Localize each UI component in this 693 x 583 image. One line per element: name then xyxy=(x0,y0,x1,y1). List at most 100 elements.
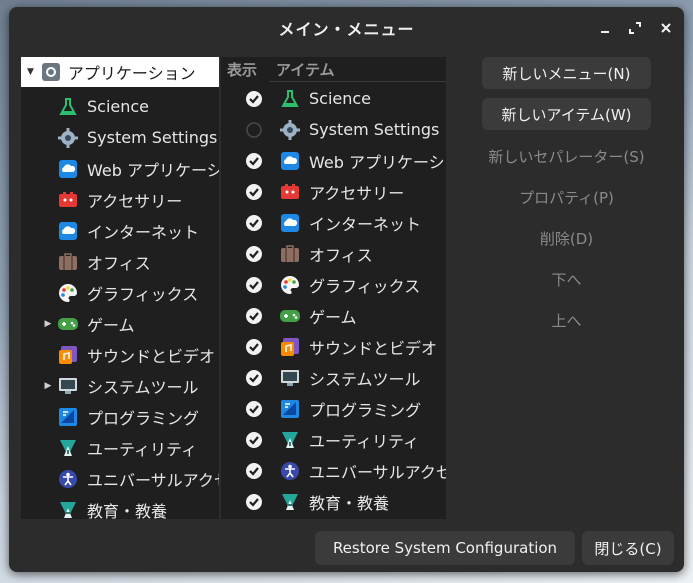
checked-checkbox[interactable] xyxy=(245,245,263,263)
gamepad-icon xyxy=(279,305,301,327)
palette-icon xyxy=(279,274,301,296)
checked-checkbox[interactable] xyxy=(245,338,263,356)
items-list[interactable]: 表示 アイテム Science System Settings Web アプリケーシ… xyxy=(221,57,446,519)
main-menu-window: メイン・メニュー ▼ アプリケーション Science System Settin… xyxy=(9,7,684,572)
tree-item[interactable]: インターネット xyxy=(21,215,219,246)
briefcase-icon xyxy=(279,243,301,265)
checked-checkbox[interactable] xyxy=(245,462,263,480)
item-row[interactable]: オフィス xyxy=(221,238,446,269)
utilities-icon xyxy=(57,437,79,459)
item-label: 教育・教養 xyxy=(309,493,390,513)
item-row[interactable]: システムツール xyxy=(221,362,446,393)
new-menu-button[interactable]: 新しいメニュー(N) xyxy=(482,57,651,89)
checked-checkbox[interactable] xyxy=(245,307,263,325)
item-row[interactable]: System Settings xyxy=(221,114,446,145)
tree-item[interactable]: サウンドとビデオ xyxy=(21,339,219,370)
cloud-icon xyxy=(57,220,79,242)
checked-checkbox[interactable] xyxy=(245,214,263,232)
tree-item[interactable]: ▶ システムツール xyxy=(21,370,219,401)
tree-item-label: グラフィックス xyxy=(87,284,199,304)
tree-root-label: アプリケーション xyxy=(67,64,196,83)
item-row[interactable]: プログラミング xyxy=(221,393,446,424)
properties-button[interactable]: プロパティ(P) xyxy=(472,181,661,213)
new-item-button[interactable]: 新しいアイテム(W) xyxy=(482,98,651,130)
tree-item[interactable]: オフィス xyxy=(21,246,219,277)
header-divider xyxy=(269,81,446,82)
tree-root-applications[interactable]: ▼ アプリケーション xyxy=(21,57,219,87)
item-row[interactable]: グラフィックス xyxy=(221,269,446,300)
checked-checkbox[interactable] xyxy=(245,276,263,294)
item-row[interactable]: 教育・教養 xyxy=(221,486,446,517)
cloud-icon xyxy=(279,212,301,234)
monitor-icon xyxy=(279,367,301,389)
accessories-icon xyxy=(57,189,79,211)
checked-checkbox[interactable] xyxy=(245,183,263,201)
applications-icon xyxy=(40,61,62,83)
tree-item[interactable]: ユーティリティ xyxy=(21,432,219,463)
close-button[interactable]: 閉じる(C) xyxy=(582,531,674,565)
maximize-icon[interactable] xyxy=(626,19,644,37)
tree-item-label: プログラミング xyxy=(87,408,200,428)
item-label: オフィス xyxy=(309,245,373,265)
column-header-item[interactable]: アイテム xyxy=(276,57,335,81)
programming-icon xyxy=(279,398,301,420)
tree-item-label: ゲーム xyxy=(87,315,135,335)
science-flask-icon xyxy=(57,96,79,118)
unchecked-checkbox[interactable] xyxy=(245,121,263,139)
move-down-button[interactable]: 下へ xyxy=(472,263,661,295)
item-row[interactable]: アクセサリー xyxy=(221,176,446,207)
tree-item-label: 教育・教養 xyxy=(87,501,168,520)
cloud-icon xyxy=(57,158,79,180)
item-row[interactable]: ゲーム xyxy=(221,300,446,331)
checked-checkbox[interactable] xyxy=(245,493,263,511)
close-icon[interactable] xyxy=(657,19,675,37)
tree-item[interactable]: Web アプリケーション xyxy=(21,153,219,184)
tree-item-label: ユーティリティ xyxy=(87,439,198,459)
item-row[interactable]: ユーティリティ xyxy=(221,424,446,455)
item-label: Science xyxy=(309,89,372,108)
item-row[interactable]: サウンドとビデオ xyxy=(221,331,446,362)
checked-checkbox[interactable] xyxy=(245,152,263,170)
item-row[interactable]: インターネット xyxy=(221,207,446,238)
item-row[interactable]: ユニバーサルアクセス xyxy=(221,455,446,486)
education-icon xyxy=(279,491,301,513)
menu-tree[interactable]: ▼ アプリケーション Science System Settings Web アプリ… xyxy=(21,57,219,519)
accessories-icon xyxy=(279,181,301,203)
tree-item[interactable]: アクセサリー xyxy=(21,184,219,215)
new-separator-button[interactable]: 新しいセパレーター(S) xyxy=(472,140,661,172)
item-label: アクセサリー xyxy=(309,183,405,203)
monitor-icon xyxy=(57,375,79,397)
column-header-show[interactable]: 表示 xyxy=(227,57,257,81)
tree-item-label: インターネット xyxy=(87,222,200,242)
expander-closed-icon[interactable]: ▶ xyxy=(43,381,53,391)
tree-item[interactable]: 教育・教養 xyxy=(21,494,219,519)
checked-checkbox[interactable] xyxy=(245,431,263,449)
tree-item-label: ユニバーサルアクセス xyxy=(87,470,219,490)
tree-item[interactable]: プログラミング xyxy=(21,401,219,432)
item-label: ユーティリティ xyxy=(309,431,420,451)
tree-item[interactable]: System Settings xyxy=(21,122,219,153)
expander-closed-icon[interactable]: ▶ xyxy=(43,319,53,329)
tree-item[interactable]: Science xyxy=(21,91,219,122)
item-label: System Settings xyxy=(309,120,440,139)
item-row[interactable]: Web アプリケーション xyxy=(221,145,446,176)
item-label: Web アプリケーション xyxy=(309,152,446,172)
tree-item-label: システムツール xyxy=(87,377,199,397)
tree-item[interactable]: ▶ ゲーム xyxy=(21,308,219,339)
move-up-button[interactable]: 上へ xyxy=(472,304,661,336)
expander-open-icon[interactable]: ▼ xyxy=(27,67,34,77)
tree-item-label: Science xyxy=(87,97,150,116)
minimize-icon[interactable] xyxy=(596,19,614,37)
delete-button[interactable]: 削除(D) xyxy=(472,222,661,254)
item-label: システムツール xyxy=(309,369,421,389)
tree-item[interactable]: ユニバーサルアクセス xyxy=(21,463,219,494)
checked-checkbox[interactable] xyxy=(245,90,263,108)
tree-item-label: System Settings xyxy=(87,128,218,147)
checked-checkbox[interactable] xyxy=(245,400,263,418)
checked-checkbox[interactable] xyxy=(245,369,263,387)
item-row[interactable]: Science xyxy=(221,83,446,114)
education-icon xyxy=(57,499,79,520)
tree-item[interactable]: グラフィックス xyxy=(21,277,219,308)
restore-system-configuration-button[interactable]: Restore System Configuration xyxy=(315,531,575,565)
accessibility-icon xyxy=(279,460,301,482)
